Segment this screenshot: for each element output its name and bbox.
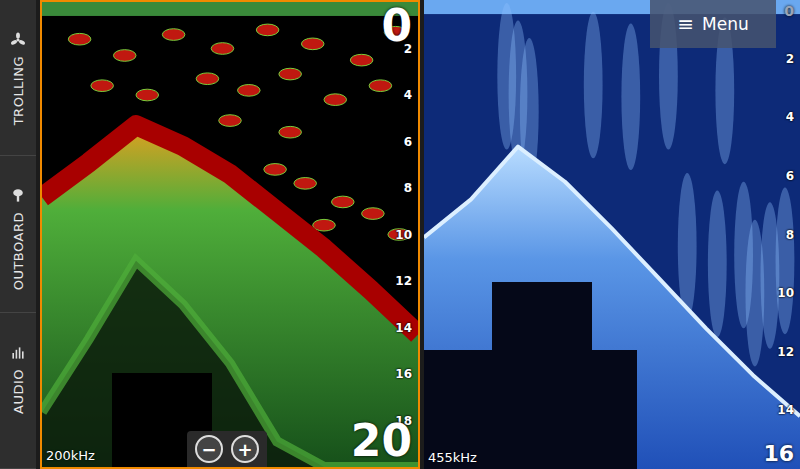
- frequency-label: 200kHz: [46, 448, 95, 463]
- menu-label: Menu: [702, 14, 749, 34]
- depth-tick: 10: [395, 228, 412, 242]
- sidebar: TROLLING OUTBOARD AUDIO: [0, 0, 36, 469]
- zoom-out-button[interactable]: −: [195, 435, 223, 463]
- range-bottom: 20: [351, 419, 412, 463]
- sidebar-item[interactable]: TROLLING: [0, 0, 36, 156]
- depth-tick: 14: [395, 321, 412, 335]
- range-top: 0: [381, 4, 412, 48]
- sonar-image: [42, 2, 418, 467]
- depth-tick: 12: [395, 274, 412, 288]
- sonar-screen: TROLLINGOUTBOARDAUDIO2468101214161802020…: [0, 0, 800, 469]
- depth-tick: 6: [786, 169, 794, 183]
- depth-tick: 2: [786, 52, 794, 66]
- sidebar-item[interactable]: OUTBOARD: [0, 156, 36, 312]
- depth-scale: 2 4 6 8 10 12 14: [764, 0, 794, 469]
- audio-bars-icon: [10, 345, 26, 361]
- sidebar-item[interactable]: AUDIO: [0, 313, 36, 469]
- outboard-motor-icon: [10, 188, 26, 204]
- zoom-in-button[interactable]: +: [231, 435, 259, 463]
- sidebar-label: OUTBOARD: [11, 212, 26, 290]
- menu-button[interactable]: ≡ Menu: [650, 0, 776, 48]
- range-top: 0: [784, 4, 794, 18]
- depth-tick: 8: [404, 181, 412, 195]
- propeller-icon: [10, 32, 26, 48]
- depth-tick: 6: [404, 135, 412, 149]
- frequency-label: 455kHz: [428, 450, 477, 465]
- range-bottom: 16: [763, 443, 794, 465]
- zoom-controls: −+: [187, 431, 267, 467]
- depth-tick: 16: [395, 367, 412, 381]
- depth-tick: 4: [786, 110, 794, 124]
- depth-tick: 8: [786, 228, 794, 242]
- sonar-pane[interactable]: 24681012141618020200kHz−+: [40, 0, 420, 469]
- depth-tick: 10: [777, 286, 794, 300]
- sidebar-label: TROLLING: [11, 56, 26, 125]
- depth-tick: 4: [404, 88, 412, 102]
- sidebar-label: AUDIO: [11, 369, 26, 414]
- depth-tick: 12: [777, 345, 794, 359]
- menu-icon: ≡: [677, 12, 694, 36]
- sonar-pane[interactable]: 2 4 6 8 10 12 14 0 16 455kHz ≡ Menu: [424, 0, 800, 469]
- depth-scale: 24681012141618: [382, 2, 412, 467]
- depth-tick: 14: [777, 403, 794, 417]
